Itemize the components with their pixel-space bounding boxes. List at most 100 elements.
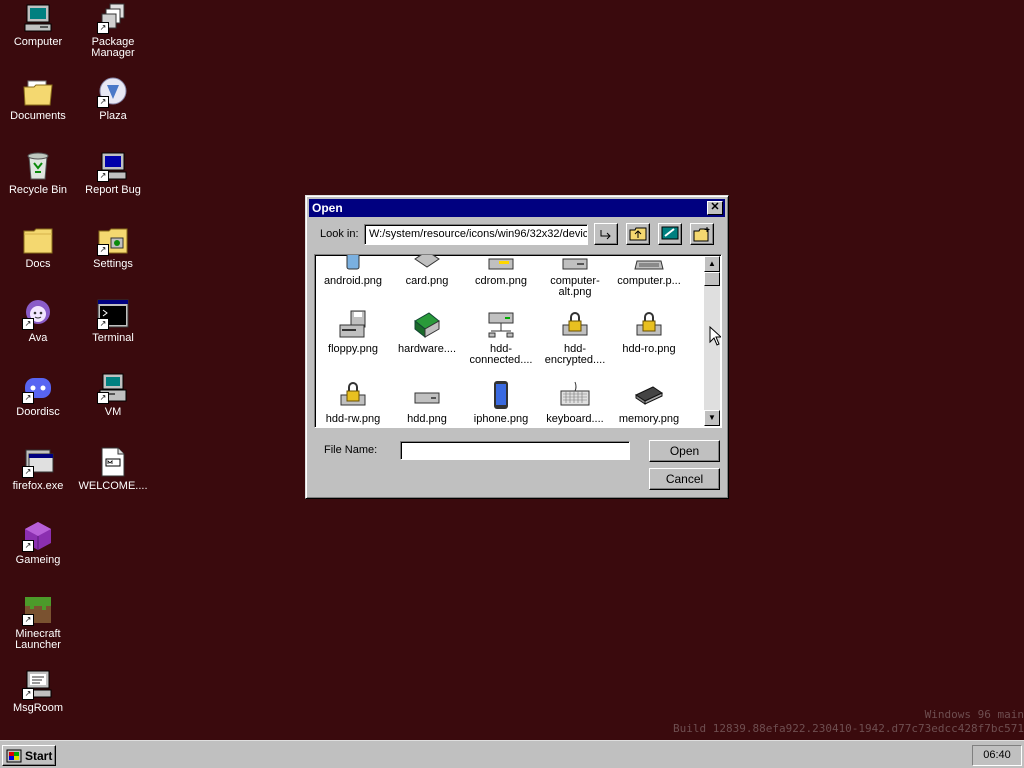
desktop-icon-minecraft-launcher[interactable]: ↗ Minecraft Launcher (2, 594, 74, 651)
shortcut-arrow-icon: ↗ (22, 540, 34, 552)
desktop-icon-settings[interactable]: ↗ Settings (77, 224, 149, 270)
shortcut-arrow-icon: ↗ (22, 614, 34, 626)
settings-icon: ↗ (97, 224, 129, 256)
card-icon (411, 255, 443, 273)
desktop-icon-label: Documents (10, 110, 66, 122)
report-bug-icon: ↗ (97, 150, 129, 182)
ava-icon: ↗ (22, 298, 54, 330)
memory-icon (633, 379, 665, 411)
docs-folder-icon (22, 224, 54, 256)
up-one-level-button[interactable] (626, 223, 650, 245)
minecraft-launcher-icon: ↗ (22, 594, 54, 626)
floppy-icon (337, 309, 369, 341)
desktop-view-icon (661, 226, 679, 240)
file-label: hdd-rw.png (325, 413, 381, 425)
desktop-icon-welcome-md[interactable]: WELCOME.... (77, 446, 149, 492)
scroll-thumb[interactable] (704, 272, 720, 286)
iphone-icon (485, 379, 517, 411)
dialog-titlebar[interactable]: Open ✕ (309, 199, 725, 217)
file-list[interactable]: android.png card.png cdrom.png computer-… (314, 254, 722, 428)
file-item[interactable]: keyboard.... (539, 379, 611, 425)
file-label: card.png (405, 275, 449, 287)
file-label: keyboard.... (546, 413, 604, 425)
arrow-down-icon: ▼ (708, 413, 716, 422)
start-label: Start (25, 748, 53, 763)
desktop-icon-doordisc[interactable]: ↗ Doordisc (2, 372, 74, 418)
file-item[interactable]: hdd-rw.png (317, 379, 389, 425)
close-button[interactable]: ✕ (707, 201, 723, 215)
file-item[interactable]: computer-alt.png (539, 255, 611, 298)
file-label: memory.png (618, 413, 680, 425)
terminal-icon: ↗ (97, 298, 129, 330)
mouse-cursor-icon (709, 326, 721, 346)
file-item[interactable]: iphone.png (465, 379, 537, 425)
file-item[interactable]: card.png (391, 255, 463, 287)
dialog-title: Open (312, 201, 343, 215)
shortcut-arrow-icon: ↗ (22, 392, 34, 404)
file-item[interactable]: hdd-connected.... (465, 309, 537, 366)
open-button[interactable]: Open (649, 440, 720, 462)
shortcut-arrow-icon: ↗ (97, 318, 109, 330)
desktop-icon-label: Recycle Bin (8, 184, 68, 196)
gameing-icon: ↗ (22, 520, 54, 552)
desktop-icon-gameing[interactable]: ↗ Gameing (2, 520, 74, 566)
desktop-icon-firefox-exe[interactable]: ↗ firefox.exe (2, 446, 74, 492)
documents-folder-icon (22, 76, 54, 108)
file-label: hdd-encrypted.... (544, 343, 606, 366)
markdown-file-icon (97, 446, 129, 478)
file-label: hdd-ro.png (622, 343, 676, 355)
desktop-icon-label: firefox.exe (12, 480, 64, 492)
firefox-exe-icon: ↗ (22, 446, 54, 478)
file-item[interactable]: floppy.png (317, 309, 389, 355)
package-manager-icon: ↗ (97, 2, 129, 34)
desktop-button[interactable] (658, 223, 682, 245)
desktop-icon-msgroom[interactable]: ↗ MsgRoom (2, 668, 74, 714)
desktop-icon-report-bug[interactable]: ↗ Report Bug (77, 150, 149, 196)
hardware-icon (411, 309, 443, 341)
shortcut-arrow-icon: ↗ (22, 466, 34, 478)
file-name-label: File Name: (324, 444, 378, 456)
shortcut-arrow-icon: ↗ (97, 244, 109, 256)
file-item[interactable]: computer.p... (613, 255, 685, 287)
file-item[interactable]: hdd.png (391, 379, 463, 425)
new-folder-button[interactable] (690, 223, 714, 245)
scroll-down-button[interactable]: ▼ (704, 410, 720, 426)
file-item[interactable]: android.png (317, 255, 389, 287)
desktop-icon-computer[interactable]: Computer (2, 2, 74, 48)
system-tray-clock[interactable]: 06:40 (972, 745, 1022, 766)
file-label: iphone.png (473, 413, 529, 425)
hdd-encrypted-icon (559, 309, 591, 341)
computer-icon (22, 2, 54, 34)
recycle-bin-icon (22, 150, 54, 182)
file-item[interactable]: hdd-encrypted.... (539, 309, 611, 366)
desktop-icon-label: Docs (25, 258, 51, 270)
file-item[interactable]: memory.png (613, 379, 685, 425)
desktop-icon-documents[interactable]: Documents (2, 76, 74, 122)
file-item[interactable]: hardware.... (391, 309, 463, 355)
desktop-icon-package-manager[interactable]: ↗ Package Manager (77, 2, 149, 59)
start-button[interactable]: Start (2, 745, 56, 766)
go-arrow-icon (600, 230, 611, 240)
look-in-path-field[interactable]: W:/system/resource/icons/win96/32x32/dev… (364, 224, 588, 245)
go-button[interactable] (594, 223, 618, 245)
open-dialog: Open ✕ Look in: W:/system/resource/icons… (305, 195, 729, 499)
desktop-icon-terminal[interactable]: ↗ Terminal (77, 298, 149, 344)
start-logo-icon (6, 749, 22, 762)
desktop-icon-vm[interactable]: ↗ VM (77, 372, 149, 418)
file-label: computer.p... (617, 275, 681, 287)
computer-alt-icon (559, 255, 591, 273)
file-item[interactable]: cdrom.png (465, 255, 537, 287)
file-name-input[interactable] (400, 441, 630, 460)
look-in-label: Look in: (320, 228, 359, 240)
file-label: computer-alt.png (550, 275, 600, 298)
desktop-icon-ava[interactable]: ↗ Ava (2, 298, 74, 344)
cancel-button[interactable]: Cancel (649, 468, 720, 490)
shortcut-arrow-icon: ↗ (97, 22, 109, 34)
desktop-icon-plaza[interactable]: ↗ Plaza (77, 76, 149, 122)
desktop-icon-label: Package Manager (91, 36, 135, 59)
file-item[interactable]: hdd-ro.png (613, 309, 685, 355)
desktop-icon-recycle-bin[interactable]: Recycle Bin (2, 150, 74, 196)
desktop-icon-label: MsgRoom (12, 702, 64, 714)
desktop-icon-docs[interactable]: Docs (2, 224, 74, 270)
scroll-up-button[interactable]: ▲ (704, 256, 720, 272)
